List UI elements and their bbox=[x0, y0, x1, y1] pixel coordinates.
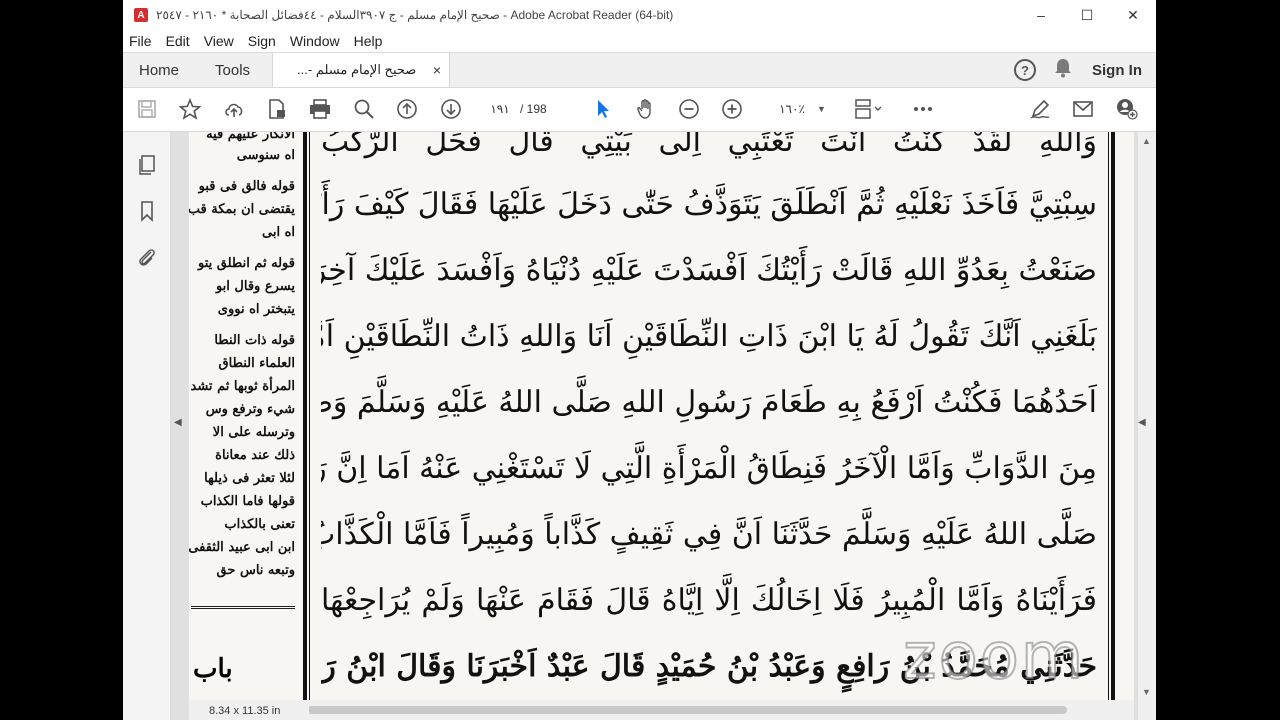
margin-note-line: لئلا تعثر فى ذيلها bbox=[204, 471, 295, 486]
hadith-text: وَاللهِ لَقَدْ كُنْتُ اَنْتَ تَعْتَبِي ا… bbox=[321, 132, 1097, 700]
menu-help[interactable]: Help bbox=[354, 33, 383, 49]
page-size-label: 8.34 x 11.35 in bbox=[209, 705, 281, 717]
email-icon[interactable] bbox=[1072, 98, 1094, 120]
menu-view[interactable]: View bbox=[204, 33, 234, 49]
margin-note-line: العلماء النطاق bbox=[218, 356, 295, 371]
margin-note-line: وتبعه ناس حق bbox=[216, 563, 295, 578]
acrobat-app-icon: A bbox=[134, 8, 148, 22]
margin-note-line: وترسله على الا bbox=[212, 425, 295, 440]
ornamental-divider bbox=[191, 586, 295, 609]
margin-note-line: قولها فاما الكذاب bbox=[200, 494, 295, 509]
margin-note-line: ابن ابى عبيد الثقفى bbox=[189, 540, 295, 555]
menu-sign[interactable]: Sign bbox=[248, 33, 276, 49]
zoom-level-value: ١٦٠٪ bbox=[779, 102, 805, 116]
text-line: صَنَعْتُ بِعَدُوِّ اللهِ قَالَتْ رَأَيْت… bbox=[321, 253, 1097, 288]
horizontal-scrollbar[interactable] bbox=[189, 700, 1134, 720]
tab-bar: Home Tools صحيح الإمام مسلم -... × ? Sig… bbox=[123, 52, 1156, 88]
page-size-status: 8.34 x 11.35 in bbox=[189, 702, 309, 720]
collapse-left-panel-icon[interactable]: ◀ bbox=[174, 417, 182, 428]
text-line: مِنَ الدَّوَابِّ وَاَمَّا الْآخَرُ فَنِط… bbox=[321, 451, 1097, 486]
margin-note-line: قوله فالق فى قبو bbox=[198, 179, 295, 194]
minimize-button[interactable]: – bbox=[1018, 0, 1064, 30]
select-cursor-icon[interactable] bbox=[592, 98, 614, 120]
window-title: صحيح الإمام مسلم - ج ٣٩٠٧السلام - ٤٤فضائ… bbox=[156, 8, 674, 22]
close-tab-icon[interactable]: × bbox=[433, 62, 441, 78]
scroll-up-icon[interactable]: ▲ bbox=[1142, 136, 1151, 146]
margin-commentary: الانكار عليهم فيه اه سنوسى قوله فالق فى … bbox=[189, 132, 301, 700]
save-icon[interactable] bbox=[136, 98, 158, 120]
scroll-down-icon[interactable]: ▼ bbox=[1142, 687, 1151, 697]
zoom-out-icon[interactable] bbox=[678, 98, 700, 120]
margin-note-line: اه ابى bbox=[261, 225, 295, 240]
left-navigation-rail bbox=[123, 132, 171, 720]
zoom-level-dropdown[interactable]: ١٦٠٪ ▼ bbox=[767, 98, 826, 120]
sign-in-button[interactable]: Sign In bbox=[1092, 62, 1142, 79]
page-thumbnails-icon[interactable] bbox=[136, 154, 158, 176]
chevron-down-icon: ▼ bbox=[817, 104, 826, 114]
menu-bar: File Edit View Sign Window Help bbox=[123, 30, 1156, 52]
margin-note-line: شيء وترفع وس bbox=[205, 402, 295, 417]
tab-tools[interactable]: Tools bbox=[195, 53, 266, 87]
main-text-frame: وَاللهِ لَقَدْ كُنْتُ اَنْتَ تَعْتَبِي ا… bbox=[303, 132, 1115, 700]
text-line: سِبْتِيَّ فَاَخَذَ نَعْلَيْهِ ثُمَّ اَنْ… bbox=[321, 187, 1097, 222]
margin-note-line: تعنى بالكذاب bbox=[224, 517, 295, 532]
text-line: بَلَغَنِي اَنَّكَ تَقُولُ لَهُ يَا ابْنَ… bbox=[321, 319, 1097, 354]
margin-note-line: الانكار عليهم فيه bbox=[206, 132, 295, 142]
tab-home[interactable]: Home bbox=[123, 53, 195, 87]
sign-pen-icon[interactable] bbox=[1029, 98, 1051, 120]
margin-note-line: ذلك عند معاناة bbox=[215, 448, 295, 463]
total-pages-label: / 198 bbox=[520, 102, 547, 116]
maximize-button[interactable]: ☐ bbox=[1064, 0, 1110, 30]
next-page-icon[interactable] bbox=[440, 98, 462, 120]
margin-note-line: يقتضى ان بمكة قب bbox=[189, 202, 295, 217]
text-line: وَاللهِ لَقَدْ كُنْتُ اَنْتَ تَعْتَبِي ا… bbox=[321, 132, 1097, 159]
upload-cloud-icon[interactable] bbox=[223, 98, 245, 120]
document-tab-label: صحيح الإمام مسلم -... bbox=[297, 62, 417, 77]
hand-tool-icon[interactable] bbox=[635, 98, 657, 120]
collapse-right-panel-icon[interactable]: ◀ bbox=[1138, 417, 1146, 428]
current-page-field[interactable]: ١٩١ bbox=[480, 98, 520, 120]
file-protect-icon[interactable] bbox=[266, 98, 288, 120]
tab-document[interactable]: صحيح الإمام مسلم -... × bbox=[272, 53, 451, 87]
add-user-icon[interactable] bbox=[1116, 98, 1138, 120]
menu-window[interactable]: Window bbox=[290, 33, 340, 49]
text-line: صَلَّى اللهُ عَلَيْهِ وَسَلَّمَ حَدَّثَن… bbox=[321, 517, 1097, 552]
acrobat-window: A صحيح الإمام مسلم - ج ٣٩٠٧السلام - ٤٤فض… bbox=[123, 0, 1156, 720]
previous-page-icon[interactable] bbox=[396, 98, 418, 120]
page-layout-icon[interactable] bbox=[853, 98, 883, 120]
pdf-page: الانكار عليهم فيه اه سنوسى قوله فالق فى … bbox=[189, 132, 1134, 700]
bookmarks-icon[interactable] bbox=[136, 200, 158, 222]
zoom-watermark-logo: zoom bbox=[902, 619, 1086, 695]
margin-note-line: اه سنوسى bbox=[236, 148, 295, 163]
margin-note-line: يسرع وقال ابو bbox=[215, 279, 295, 294]
zoom-in-icon[interactable] bbox=[721, 98, 743, 120]
title-bar: A صحيح الإمام مسلم - ج ٣٩٠٧السلام - ٤٤فض… bbox=[123, 0, 1156, 30]
more-tools-icon[interactable] bbox=[912, 98, 934, 120]
horizontal-scroll-thumb[interactable] bbox=[307, 706, 1067, 714]
margin-note-line: قوله ثم انطلق يتو bbox=[197, 256, 295, 271]
chapter-heading: باب bbox=[193, 654, 233, 684]
print-icon[interactable] bbox=[309, 98, 331, 120]
help-icon[interactable]: ? bbox=[1014, 59, 1036, 81]
menu-file[interactable]: File bbox=[129, 33, 152, 49]
bookmark-star-icon[interactable] bbox=[179, 98, 201, 120]
margin-note-line: المرأة ثوبها ثم تشد bbox=[190, 379, 295, 394]
margin-note-line: يتبختر اه نووى bbox=[217, 302, 295, 317]
attachments-paperclip-icon[interactable] bbox=[136, 246, 158, 268]
menu-edit[interactable]: Edit bbox=[166, 33, 190, 49]
close-window-button[interactable]: ✕ bbox=[1110, 0, 1156, 30]
page-navigation: ١٩١ / 198 bbox=[480, 98, 547, 120]
search-icon[interactable] bbox=[353, 98, 375, 120]
text-line: اَحَدُهُمَا فَكُنْتُ اَرْفَعُ بِهِ طَعَا… bbox=[321, 385, 1097, 420]
margin-note-line: قوله ذات النطا bbox=[214, 333, 295, 348]
notification-bell-icon[interactable] bbox=[1054, 58, 1072, 83]
